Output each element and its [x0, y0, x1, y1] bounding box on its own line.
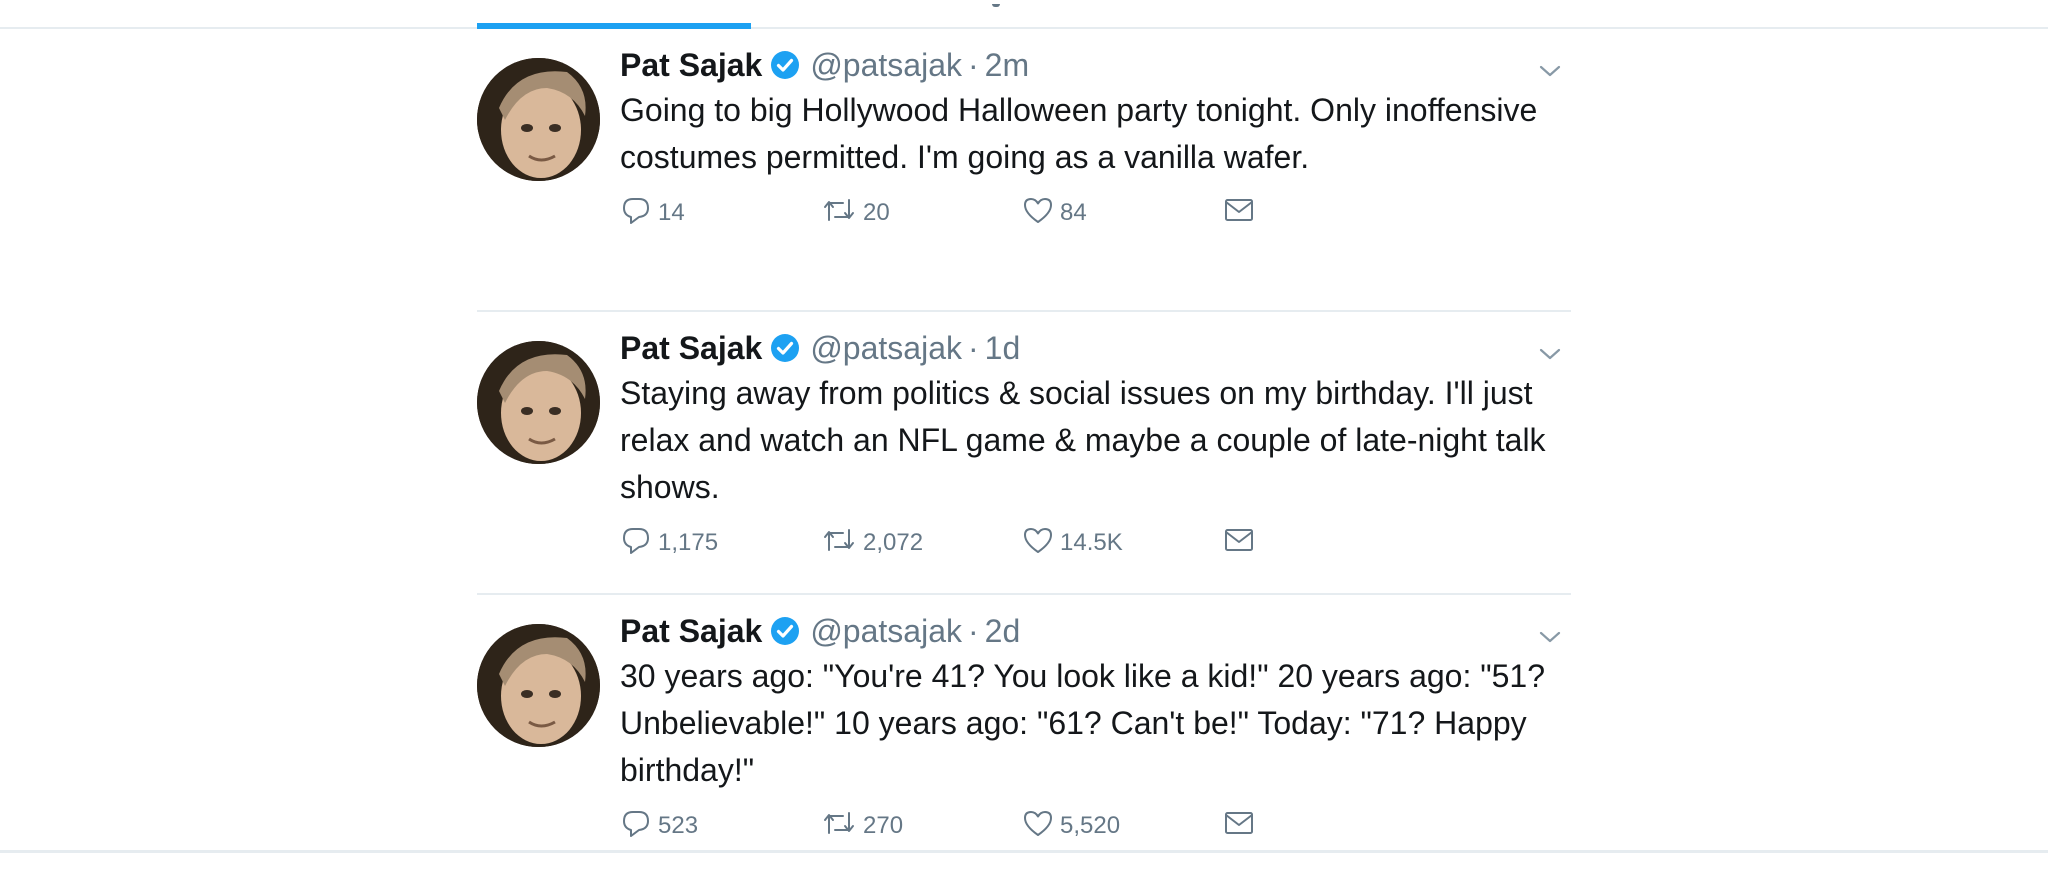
- heart-icon: [1022, 194, 1060, 233]
- retweet-count: 20: [863, 199, 890, 226]
- separator-dot: ·: [967, 329, 979, 366]
- tweet-header: Pat Sajak @patsajak · 2d: [620, 609, 1560, 653]
- reply-count: 1,175: [658, 529, 719, 556]
- direct-message-button[interactable]: [1223, 194, 1424, 233]
- reply-count: 14: [658, 199, 685, 226]
- tweet-actions: 14 20 84: [620, 193, 1560, 233]
- tweet-body: Pat Sajak @patsajak · 2m Going to big Ho…: [620, 43, 1561, 233]
- tweet-timestamp[interactable]: 1d: [985, 330, 1021, 367]
- retweet-button[interactable]: 2,072: [821, 524, 1022, 563]
- verified-badge-icon: [770, 333, 800, 363]
- retweet-count: 270: [863, 812, 904, 839]
- chevron-down-icon[interactable]: [1536, 340, 1564, 368]
- reply-count: 523: [658, 812, 699, 839]
- tweet-text: Staying away from politics & social issu…: [620, 375, 1546, 505]
- reply-button[interactable]: 1,175: [620, 524, 821, 563]
- like-button[interactable]: 14.5K: [1022, 524, 1223, 563]
- author-name[interactable]: Pat Sajak: [620, 613, 762, 650]
- avatar[interactable]: [477, 624, 600, 747]
- direct-message-button[interactable]: [1223, 807, 1424, 846]
- tweet-body: Pat Sajak @patsajak · 1d Staying away fr…: [620, 326, 1561, 563]
- avatar[interactable]: [477, 58, 600, 181]
- author-name[interactable]: Pat Sajak: [620, 47, 762, 84]
- verified-badge-icon: [770, 616, 800, 646]
- tweet-timestamp[interactable]: 2m: [985, 47, 1029, 84]
- tweet-feed: Pat Sajak @patsajak · 2m Going to big Ho…: [477, 29, 1571, 878]
- retweet-count: 2,072: [863, 529, 924, 556]
- tweet[interactable]: Pat Sajak @patsajak · 2m Going to big Ho…: [477, 29, 1571, 312]
- like-count: 14.5K: [1060, 529, 1123, 556]
- tweet-timestamp[interactable]: 2d: [985, 613, 1021, 650]
- tweet-actions: 1,175 2,072 14.5K: [620, 523, 1560, 563]
- tweet-body: Pat Sajak @patsajak · 2d 30 years ago: "…: [620, 609, 1561, 846]
- retweet-button[interactable]: 270: [821, 807, 1022, 846]
- retweet-icon: [821, 807, 863, 846]
- reply-button[interactable]: 523: [620, 807, 821, 846]
- retweet-icon: [821, 524, 863, 563]
- separator-dot: ·: [967, 612, 979, 649]
- tweet-header: Pat Sajak @patsajak · 1d: [620, 326, 1560, 370]
- retweet-button[interactable]: 20: [821, 194, 1022, 233]
- like-button[interactable]: 5,520: [1022, 807, 1223, 846]
- like-count: 84: [1060, 199, 1087, 226]
- heart-icon: [1022, 524, 1060, 563]
- like-count: 5,520: [1060, 812, 1121, 839]
- tweet-header: Pat Sajak @patsajak · 2m: [620, 43, 1560, 87]
- tweet-text: 30 years ago: "You're 41? You look like …: [620, 658, 1545, 788]
- reply-icon: [620, 524, 658, 563]
- retweet-icon: [821, 194, 863, 233]
- tab-label-fragment: [992, 0, 1000, 7]
- tweet[interactable]: Pat Sajak @patsajak · 1d Staying away fr…: [477, 312, 1571, 595]
- tweet[interactable]: Pat Sajak @patsajak · 2d 30 years ago: "…: [477, 595, 1571, 878]
- like-button[interactable]: 84: [1022, 194, 1223, 233]
- envelope-icon: [1223, 807, 1261, 846]
- bottom-divider: [0, 850, 2048, 853]
- envelope-icon: [1223, 524, 1261, 563]
- direct-message-button[interactable]: [1223, 524, 1424, 563]
- reply-icon: [620, 194, 658, 233]
- avatar[interactable]: [477, 341, 600, 464]
- author-handle[interactable]: @patsajak: [810, 613, 962, 650]
- chevron-down-icon[interactable]: [1536, 57, 1564, 85]
- verified-badge-icon: [770, 50, 800, 80]
- envelope-icon: [1223, 194, 1261, 233]
- reply-button[interactable]: 14: [620, 194, 821, 233]
- tweet-text: Going to big Hollywood Halloween party t…: [620, 92, 1538, 175]
- tweet-actions: 523 270 5,520: [620, 806, 1560, 846]
- author-handle[interactable]: @patsajak: [810, 47, 962, 84]
- separator-dot: ·: [967, 46, 979, 83]
- author-handle[interactable]: @patsajak: [810, 330, 962, 367]
- heart-icon: [1022, 807, 1060, 846]
- chevron-down-icon[interactable]: [1536, 623, 1564, 651]
- author-name[interactable]: Pat Sajak: [620, 330, 762, 367]
- timeline-tab-bar: [0, 0, 2048, 29]
- reply-icon: [620, 807, 658, 846]
